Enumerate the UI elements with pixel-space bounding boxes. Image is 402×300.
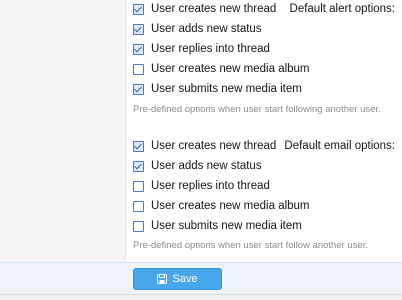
- email-option-media-album[interactable]: User creates new media album: [133, 198, 310, 214]
- option-label: User creates new thread: [151, 140, 277, 152]
- email-option-new-thread[interactable]: User creates new thread: [133, 138, 276, 154]
- checkbox[interactable]: [133, 180, 144, 192]
- option-label: User adds new status: [151, 160, 262, 172]
- save-button[interactable]: Save: [133, 268, 222, 290]
- email-option-replies[interactable]: User replies into thread: [133, 178, 270, 194]
- bottom-border: [0, 294, 402, 300]
- option-label: User creates new thread: [151, 3, 277, 15]
- save-button-label: Save: [172, 273, 198, 285]
- email-options-label: Default email options:: [284, 140, 395, 152]
- alert-option-new-status[interactable]: User adds new status: [133, 21, 262, 37]
- checkbox[interactable]: [133, 220, 144, 232]
- checkbox[interactable]: [133, 83, 144, 95]
- label-column: [0, 0, 126, 262]
- alert-option-replies[interactable]: User replies into thread: [133, 41, 270, 57]
- alert-option-media-album[interactable]: User creates new media album: [133, 61, 310, 77]
- option-label: User creates new media album: [151, 200, 310, 212]
- option-label: User submits new media item: [151, 83, 302, 95]
- alert-option-media-item[interactable]: User submits new media item: [133, 81, 302, 97]
- checkbox[interactable]: [133, 23, 144, 35]
- email-options-hint: Pre-defined options when user start foll…: [133, 240, 368, 251]
- option-label: User replies into thread: [151, 180, 270, 192]
- checkbox[interactable]: [133, 200, 144, 212]
- options-page: Default alert options: User creates new …: [0, 0, 402, 300]
- option-label: User adds new status: [151, 23, 262, 35]
- email-option-media-item[interactable]: User submits new media item: [133, 218, 302, 234]
- option-label: User creates new media album: [151, 63, 310, 75]
- checkbox[interactable]: [133, 43, 144, 55]
- alert-options-label: Default alert options:: [289, 3, 395, 15]
- email-option-new-status[interactable]: User adds new status: [133, 158, 262, 174]
- checkbox[interactable]: [133, 3, 144, 15]
- option-label: User submits new media item: [151, 220, 302, 232]
- checkbox[interactable]: [133, 140, 144, 152]
- form-footer: Save: [0, 262, 402, 295]
- alert-option-new-thread[interactable]: User creates new thread: [133, 1, 276, 17]
- checkbox[interactable]: [133, 63, 144, 75]
- option-label: User replies into thread: [151, 43, 270, 55]
- floppy-disk-icon: [157, 274, 168, 284]
- checkbox[interactable]: [133, 160, 144, 172]
- alert-options-hint: Pre-defined options when user start foll…: [133, 104, 381, 115]
